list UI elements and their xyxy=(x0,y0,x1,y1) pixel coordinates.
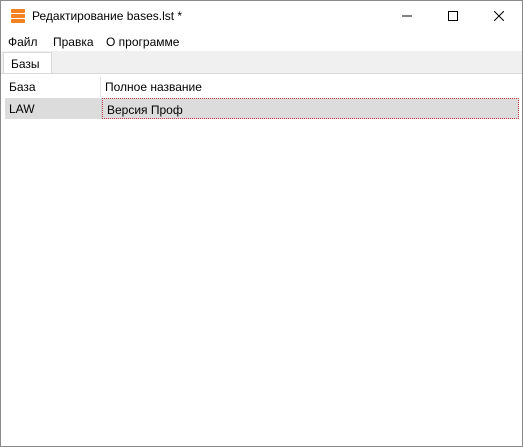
app-window: Редактирование bases.lst * Файл Правка О… xyxy=(0,0,523,447)
cell-base-value: LAW xyxy=(9,102,35,116)
menu-bar: Файл Правка О программе xyxy=(1,32,522,51)
close-icon xyxy=(494,11,504,21)
column-header-full-name-label: Полное название xyxy=(105,80,202,94)
maximize-button[interactable] xyxy=(430,1,476,31)
cell-base[interactable]: LAW xyxy=(5,98,102,119)
column-header-base[interactable]: База xyxy=(5,77,101,97)
tab-bases[interactable]: Базы xyxy=(3,52,52,73)
tab-bases-label: Базы xyxy=(11,57,40,71)
minimize-button[interactable] xyxy=(384,1,430,31)
menu-edit[interactable]: Правка xyxy=(53,35,94,49)
minimize-icon xyxy=(402,15,412,17)
column-header-base-label: База xyxy=(9,80,36,94)
menu-about[interactable]: О программе xyxy=(106,35,179,49)
cell-full-name-value: Версия Проф xyxy=(107,103,183,117)
title-bar[interactable]: Редактирование bases.lst * xyxy=(1,1,522,31)
cell-full-name[interactable]: Версия Проф xyxy=(102,98,519,119)
column-header-full-name[interactable]: Полное название xyxy=(101,77,519,97)
window-title: Редактирование bases.lst * xyxy=(32,9,183,23)
close-button[interactable] xyxy=(476,1,522,31)
tab-strip: Базы xyxy=(1,51,522,74)
table-header: База Полное название xyxy=(5,77,519,97)
app-icon xyxy=(11,9,25,23)
bases-table[interactable]: База Полное название LAW Версия Проф xyxy=(5,77,519,119)
menu-file[interactable]: Файл xyxy=(8,35,38,49)
table-row[interactable]: LAW Версия Проф xyxy=(5,98,519,119)
maximize-icon xyxy=(448,11,458,21)
